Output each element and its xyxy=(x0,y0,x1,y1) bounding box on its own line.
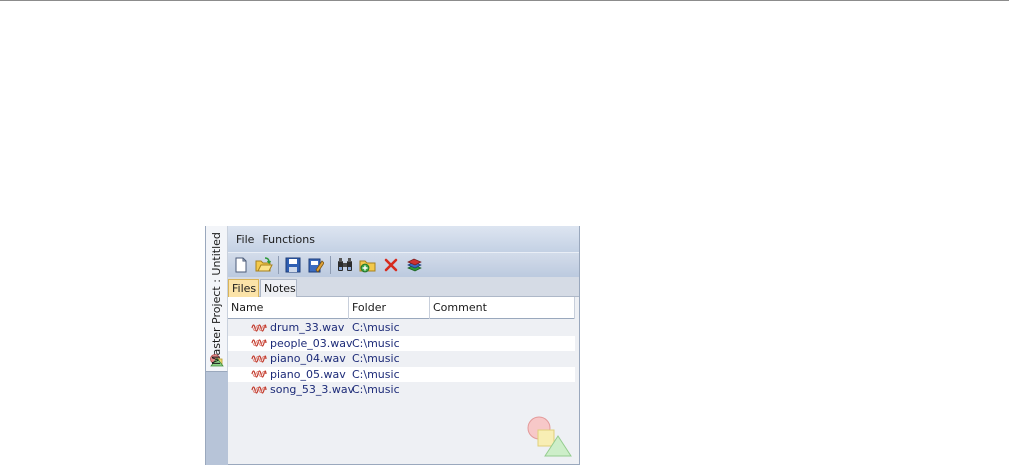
column-header-name[interactable]: Name xyxy=(228,297,349,319)
toolbar-separator xyxy=(278,256,279,274)
find-button[interactable] xyxy=(335,255,355,275)
side-tab-label: Master Project : Untitled xyxy=(210,232,223,365)
file-name: song_53_3.wav xyxy=(270,383,355,397)
top-divider xyxy=(0,0,1009,1)
table-row[interactable]: piano_05.wav C:\music xyxy=(228,366,575,382)
name-cell: people_03.wav xyxy=(228,336,353,350)
tab-notes[interactable]: Notes xyxy=(260,279,297,297)
library-icon xyxy=(407,258,422,272)
folder-cell: C:\music xyxy=(352,367,400,381)
delete-icon xyxy=(384,258,398,272)
waveform-icon xyxy=(251,370,267,378)
binoculars-icon xyxy=(338,258,352,271)
table-row[interactable]: drum_33.wav C:\music xyxy=(228,320,575,336)
menu-functions[interactable]: Functions xyxy=(258,231,319,248)
file-name: people_03.wav xyxy=(270,336,353,350)
file-name: piano_05.wav xyxy=(270,367,346,381)
folder-cell: C:\music xyxy=(352,383,400,397)
waveform-icon xyxy=(251,324,267,332)
file-list-header: Name Folder Comment xyxy=(228,297,575,319)
toolbar-separator xyxy=(330,256,331,274)
name-cell: piano_05.wav xyxy=(228,367,349,381)
add-folder-icon xyxy=(359,260,376,273)
waveform-icon xyxy=(251,386,267,394)
shapes-watermark-icon xyxy=(527,416,572,457)
open-button[interactable] xyxy=(254,255,274,275)
tab-strip: Files Notes xyxy=(228,277,579,297)
library-button[interactable] xyxy=(404,255,424,275)
column-header-folder[interactable]: Folder xyxy=(349,297,430,319)
side-tab-strip: Master Project : Untitled xyxy=(205,226,228,465)
save-icon xyxy=(285,257,301,273)
table-row[interactable]: piano_04.wav C:\music xyxy=(228,351,575,367)
folder-cell: C:\music xyxy=(352,352,400,366)
edit-button[interactable] xyxy=(306,255,326,275)
file-list: drum_33.wav C:\music people_03.wav C:\mu… xyxy=(228,320,575,398)
table-row[interactable]: people_03.wav C:\music xyxy=(228,335,575,351)
name-cell: piano_04.wav xyxy=(228,352,349,366)
waveform-icon xyxy=(251,339,267,347)
tab-files[interactable]: Files xyxy=(228,279,259,297)
menu-file[interactable]: File xyxy=(232,231,258,248)
edit-icon xyxy=(308,258,324,273)
delete-button[interactable] xyxy=(381,255,401,275)
project-panel: File Functions Files Notes Name Folder C… xyxy=(228,226,580,465)
side-tab-master-project[interactable]: Master Project : Untitled xyxy=(206,226,228,372)
name-cell: song_53_3.wav xyxy=(228,383,354,397)
new-icon xyxy=(235,257,247,273)
menubar: File Functions xyxy=(228,226,579,252)
open-icon xyxy=(255,257,273,272)
name-cell: drum_33.wav xyxy=(228,321,349,335)
folder-cell: C:\music xyxy=(352,321,400,335)
toolbar xyxy=(228,252,579,277)
file-name: drum_33.wav xyxy=(270,321,345,335)
folder-cell: C:\music xyxy=(352,336,400,350)
table-row[interactable]: song_53_3.wav C:\music xyxy=(228,382,575,398)
file-name: piano_04.wav xyxy=(270,352,346,366)
save-button[interactable] xyxy=(283,255,303,275)
new-button[interactable] xyxy=(231,255,251,275)
waveform-icon xyxy=(251,355,267,363)
column-header-comment[interactable]: Comment xyxy=(430,297,575,319)
add-folder-button[interactable] xyxy=(358,255,378,275)
